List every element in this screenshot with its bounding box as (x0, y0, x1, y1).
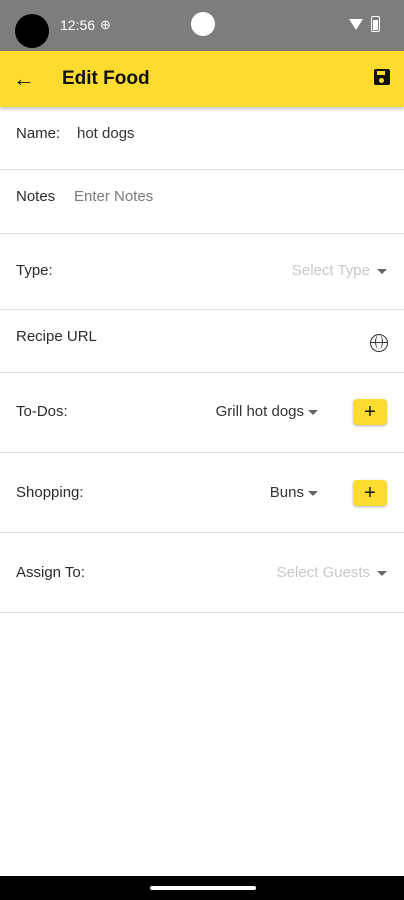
add-shopping-button[interactable]: + (353, 480, 387, 506)
shopping-row: Shopping: Buns + (0, 453, 404, 533)
save-icon[interactable] (374, 69, 390, 85)
status-time: 12:56 (60, 17, 96, 33)
todos-label: To-Dos: (16, 403, 68, 420)
navigation-bar (0, 876, 404, 900)
todos-dropdown-icon[interactable] (308, 410, 318, 415)
add-todo-button[interactable]: + (353, 399, 387, 425)
name-row: Name: hot dogs (0, 107, 404, 170)
recipe-url-row: Recipe URL (0, 310, 404, 373)
wifi-icon (349, 18, 363, 30)
notes-row: Notes Enter Notes (0, 170, 404, 234)
edit-food-form: Name: hot dogs Notes Enter Notes Type: S… (0, 107, 404, 613)
todos-select[interactable]: Grill hot dogs (216, 403, 304, 420)
assign-guests-select[interactable]: Select Guests (277, 564, 370, 581)
type-label: Type: (16, 262, 53, 279)
assign-to-row: Assign To: Select Guests (0, 533, 404, 613)
battery-icon (371, 16, 380, 32)
shopping-dropdown-icon[interactable] (308, 491, 318, 496)
status-bar: 12:56 ⊕ (0, 0, 404, 51)
shopping-label: Shopping: (16, 484, 84, 501)
recipe-url-label: Recipe URL (16, 328, 97, 345)
shopping-select[interactable]: Buns (270, 484, 304, 501)
type-select[interactable]: Select Type (292, 262, 370, 279)
front-camera (191, 12, 215, 36)
notes-label: Notes (16, 188, 56, 205)
back-arrow-icon[interactable]: ← (12, 65, 36, 93)
name-input[interactable]: hot dogs (77, 125, 135, 142)
assign-dropdown-icon[interactable] (377, 571, 387, 576)
camera-cutout (15, 14, 49, 48)
name-label: Name: (16, 125, 61, 142)
app-bar: ← Edit Food (0, 51, 404, 107)
home-indicator[interactable] (150, 886, 256, 890)
assign-to-label: Assign To: (16, 564, 85, 581)
type-dropdown-icon[interactable] (377, 269, 387, 274)
todos-row: To-Dos: Grill hot dogs + (0, 373, 404, 453)
page-title: Edit Food (62, 68, 150, 89)
status-icons (349, 16, 380, 32)
notes-input[interactable]: Enter Notes (74, 188, 153, 205)
sync-icon: ⊕ (100, 17, 111, 32)
globe-icon[interactable] (370, 334, 388, 352)
type-row: Type: Select Type (0, 234, 404, 310)
